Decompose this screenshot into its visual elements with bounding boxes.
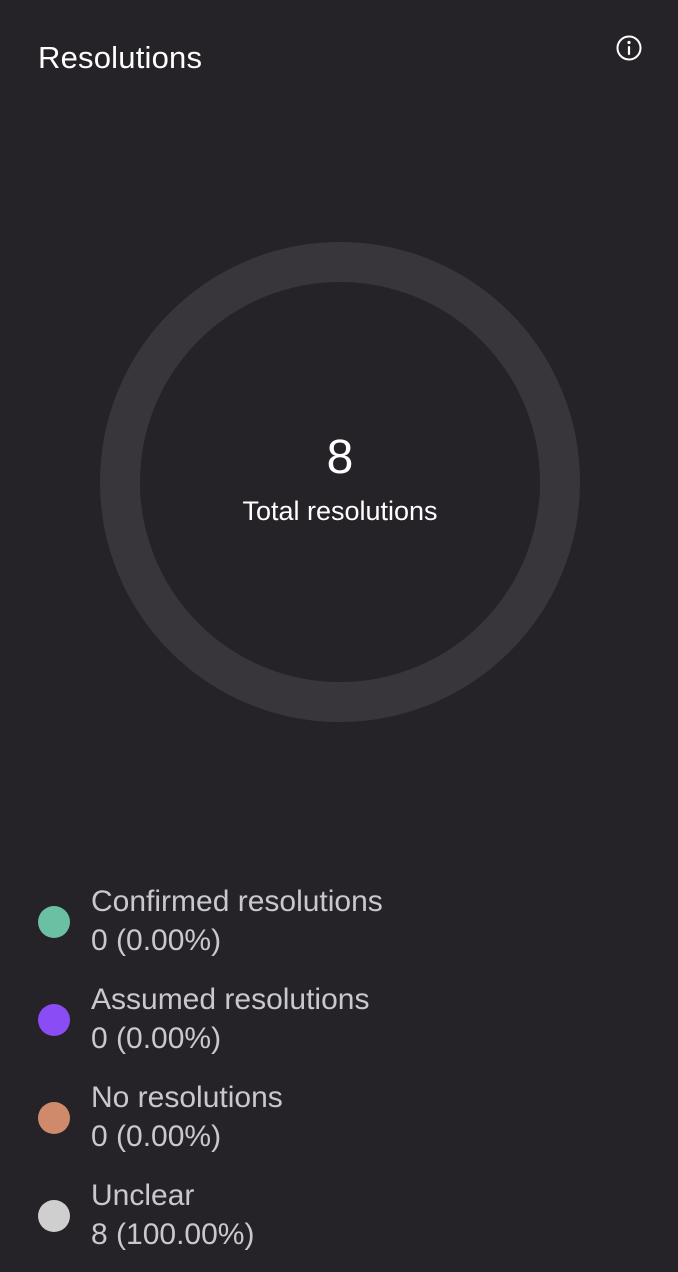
donut-center: 8 Total resolutions xyxy=(100,242,580,722)
card-title: Resolutions xyxy=(38,40,203,75)
legend-item-unclear[interactable]: Unclear 8 (100.00%) xyxy=(38,1174,638,1272)
info-icon[interactable] xyxy=(614,34,644,64)
resolutions-card: Resolutions 8 Total resolutions Confirme… xyxy=(0,0,678,1270)
legend-item-no-resolutions[interactable]: No resolutions 0 (0.00%) xyxy=(38,1076,638,1174)
legend-label-no-resolutions: No resolutions xyxy=(91,1081,283,1114)
legend-value-confirmed: 0 (0.00%) xyxy=(91,924,222,957)
legend-label-assumed: Assumed resolutions xyxy=(91,983,370,1016)
total-resolutions-label: Total resolutions xyxy=(242,496,438,526)
legend-value-unclear: 8 (100.00%) xyxy=(91,1218,255,1251)
donut-chart: 8 Total resolutions xyxy=(100,242,580,722)
legend-label-confirmed: Confirmed resolutions xyxy=(91,885,383,918)
legend-dot-confirmed xyxy=(38,906,70,938)
legend-dot-no-resolutions xyxy=(38,1102,70,1134)
legend-value-no-resolutions: 0 (0.00%) xyxy=(91,1120,222,1153)
chart-legend: Confirmed resolutions 0 (0.00%) Assumed … xyxy=(38,880,638,1272)
legend-value-assumed: 0 (0.00%) xyxy=(91,1022,222,1055)
legend-dot-unclear xyxy=(38,1200,70,1232)
legend-label-unclear: Unclear xyxy=(91,1179,195,1212)
legend-item-assumed[interactable]: Assumed resolutions 0 (0.00%) xyxy=(38,978,638,1076)
legend-item-confirmed[interactable]: Confirmed resolutions 0 (0.00%) xyxy=(38,880,638,978)
legend-dot-assumed xyxy=(38,1004,70,1036)
total-resolutions-value: 8 xyxy=(326,431,354,484)
